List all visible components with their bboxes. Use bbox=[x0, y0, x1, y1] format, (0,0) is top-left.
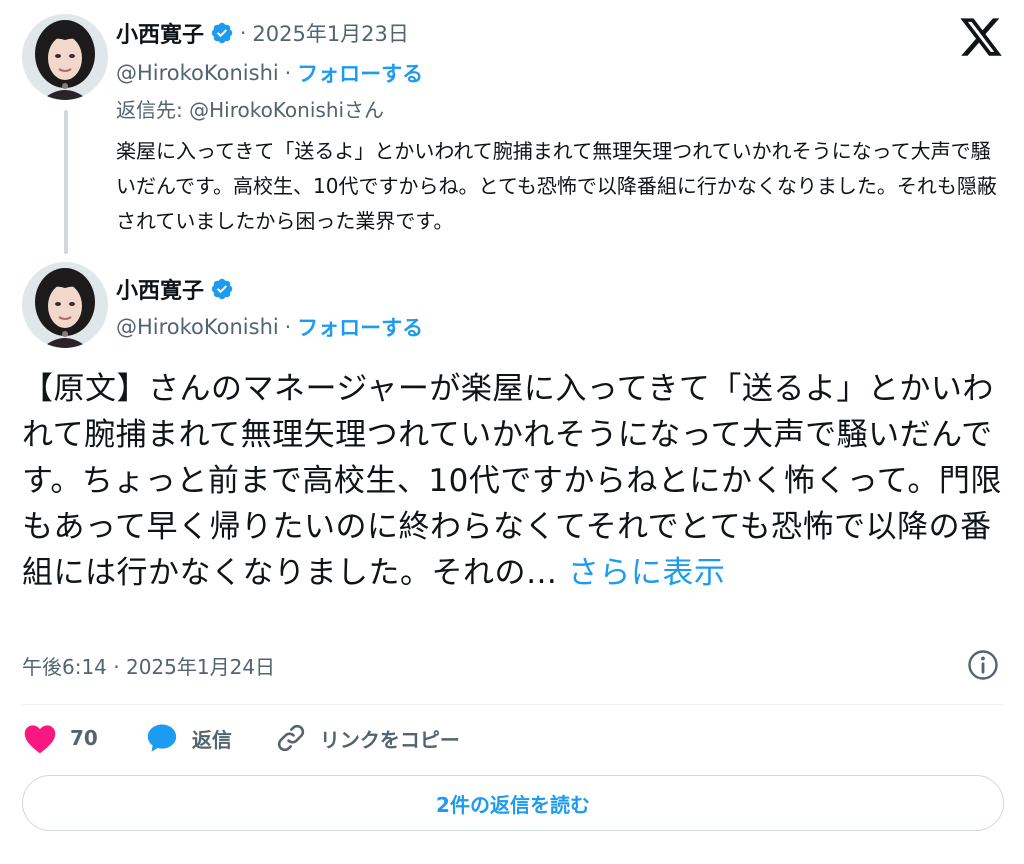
separator: · bbox=[284, 61, 292, 85]
display-name[interactable]: 小西寛子 bbox=[116, 273, 204, 305]
parent-tweet-text: 楽屋に入ってきて「送るよ」とかいわれて腕捕まれて無理矢理つれていかれそうになって… bbox=[116, 139, 997, 233]
divider bbox=[22, 704, 1004, 705]
follow-button[interactable]: フォローする bbox=[297, 58, 423, 88]
verified-badge-icon bbox=[210, 277, 234, 301]
follow-button[interactable]: フォローする bbox=[297, 312, 423, 342]
reply-button[interactable]: 返信 bbox=[144, 721, 232, 755]
action-bar: 70 返信 リンクをコピー bbox=[22, 716, 460, 760]
copy-link-label: リンクをコピー bbox=[319, 727, 460, 752]
link-icon bbox=[274, 721, 308, 755]
parent-header: 小西寛子 · 2025年1月23日 bbox=[116, 15, 409, 51]
tweet-timestamp[interactable]: 午後6:14 · 2025年1月24日 bbox=[22, 648, 275, 682]
main-tweet-text: 【原文】さんのマネージャーが楽屋に入ってきて「送るよ」とかいわれて腕捕まれて無理… bbox=[22, 366, 1002, 596]
show-more-link[interactable]: さらに表示 bbox=[568, 555, 726, 591]
heart-icon bbox=[22, 722, 58, 754]
verified-badge-icon bbox=[210, 21, 234, 45]
x-logo-icon[interactable] bbox=[958, 14, 1004, 60]
parent-handle-row: @HirokoKonishi · フォローする bbox=[116, 56, 423, 90]
copy-link-button[interactable]: リンクをコピー bbox=[274, 721, 460, 755]
handle[interactable]: @HirokoKonishi bbox=[116, 315, 279, 339]
avatar[interactable] bbox=[22, 14, 108, 100]
info-icon[interactable] bbox=[966, 648, 1000, 682]
display-name[interactable]: 小西寛子 bbox=[116, 17, 204, 49]
separator: · bbox=[240, 21, 247, 45]
like-button[interactable]: 70 bbox=[22, 722, 98, 754]
reply-label: 返信 bbox=[191, 727, 232, 752]
handle[interactable]: @HirokoKonishi bbox=[116, 61, 279, 85]
tweet-date[interactable]: 2025年1月23日 bbox=[252, 18, 409, 48]
reply-to-label: 返信先: @HirokoKonishiさん bbox=[116, 97, 385, 122]
separator: · bbox=[284, 315, 292, 339]
main-handle-row: @HirokoKonishi · フォローする bbox=[116, 310, 423, 344]
thread-line bbox=[64, 110, 68, 254]
main-tweet-body: 【原文】さんのマネージャーが楽屋に入ってきて「送るよ」とかいわれて腕捕まれて無理… bbox=[22, 371, 1002, 591]
speech-bubble-icon bbox=[144, 721, 180, 755]
avatar[interactable] bbox=[22, 262, 108, 348]
read-replies-button[interactable]: 2件の返信を読む bbox=[22, 775, 1004, 831]
main-header: 小西寛子 bbox=[116, 271, 234, 307]
like-count: 70 bbox=[70, 726, 98, 750]
